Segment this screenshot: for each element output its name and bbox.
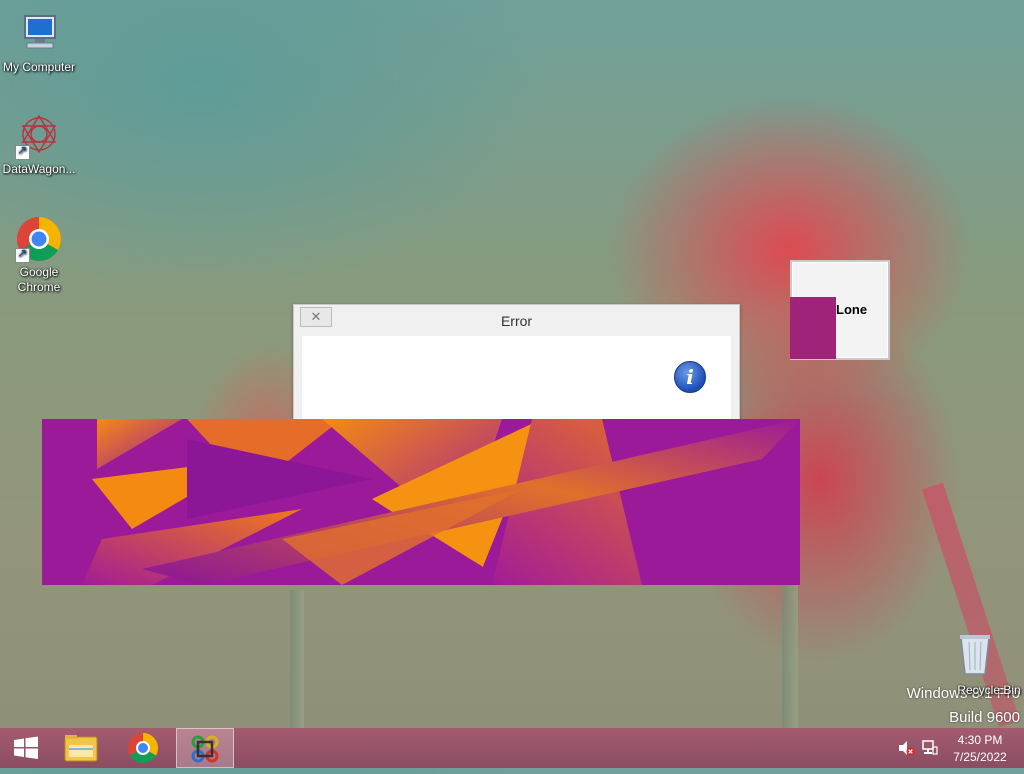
network-icon[interactable]: [921, 739, 939, 757]
desktop-icon-label: Chrome: [17, 280, 61, 294]
dialog-title: Error: [500, 313, 533, 329]
os-watermark-line2: Build 9600: [949, 709, 1020, 726]
command-app-icon: [191, 735, 219, 763]
chrome-icon: [15, 215, 63, 263]
desktop-icon-datawagon[interactable]: DataWagon...: [0, 112, 78, 177]
shortcut-arrow-icon: [15, 246, 30, 263]
clock-time[interactable]: 4:30 PM: [945, 733, 1015, 747]
taskbar: 4:30 PM 7/25/2022: [0, 728, 1024, 768]
dialog-body: [302, 336, 731, 422]
computer-icon: [15, 10, 63, 58]
abstract-banner-window[interactable]: [42, 419, 800, 585]
desktop-icon-google-chrome[interactable]: Google Chrome: [0, 215, 78, 295]
desktop-icon-my-computer[interactable]: My Computer: [0, 10, 78, 75]
lone-accent-block: [790, 297, 836, 359]
chrome-icon: [128, 733, 159, 764]
lone-label: Lone: [836, 302, 868, 317]
start-button[interactable]: [0, 728, 56, 768]
wallpaper-stem: [782, 560, 798, 730]
desktop-icon-label: My Computer: [2, 60, 76, 74]
windows-start-icon: [14, 736, 38, 759]
taskbar-file-explorer[interactable]: [54, 728, 110, 768]
recycle-bin-icon: [951, 630, 999, 678]
desktop-icon-label: DataWagon...: [2, 162, 76, 176]
info-icon: i: [674, 361, 706, 393]
desktop-icon-label: Google: [19, 265, 59, 279]
taskbar-command-app[interactable]: [176, 728, 234, 768]
desktop-icon-recycle-bin[interactable]: [936, 630, 1014, 680]
datawagon-icon: [15, 112, 63, 160]
file-explorer-icon: [64, 735, 98, 762]
clock-date[interactable]: 7/25/2022: [945, 750, 1015, 764]
wallpaper-stem: [290, 590, 304, 730]
shortcut-arrow-icon: [15, 143, 30, 160]
error-dialog[interactable]: ✕ Error: [293, 304, 740, 422]
volume-muted-icon[interactable]: [897, 739, 915, 757]
taskbar-chrome[interactable]: [115, 728, 171, 768]
recycle-bin-label: Recycle Bin: [957, 683, 1021, 697]
